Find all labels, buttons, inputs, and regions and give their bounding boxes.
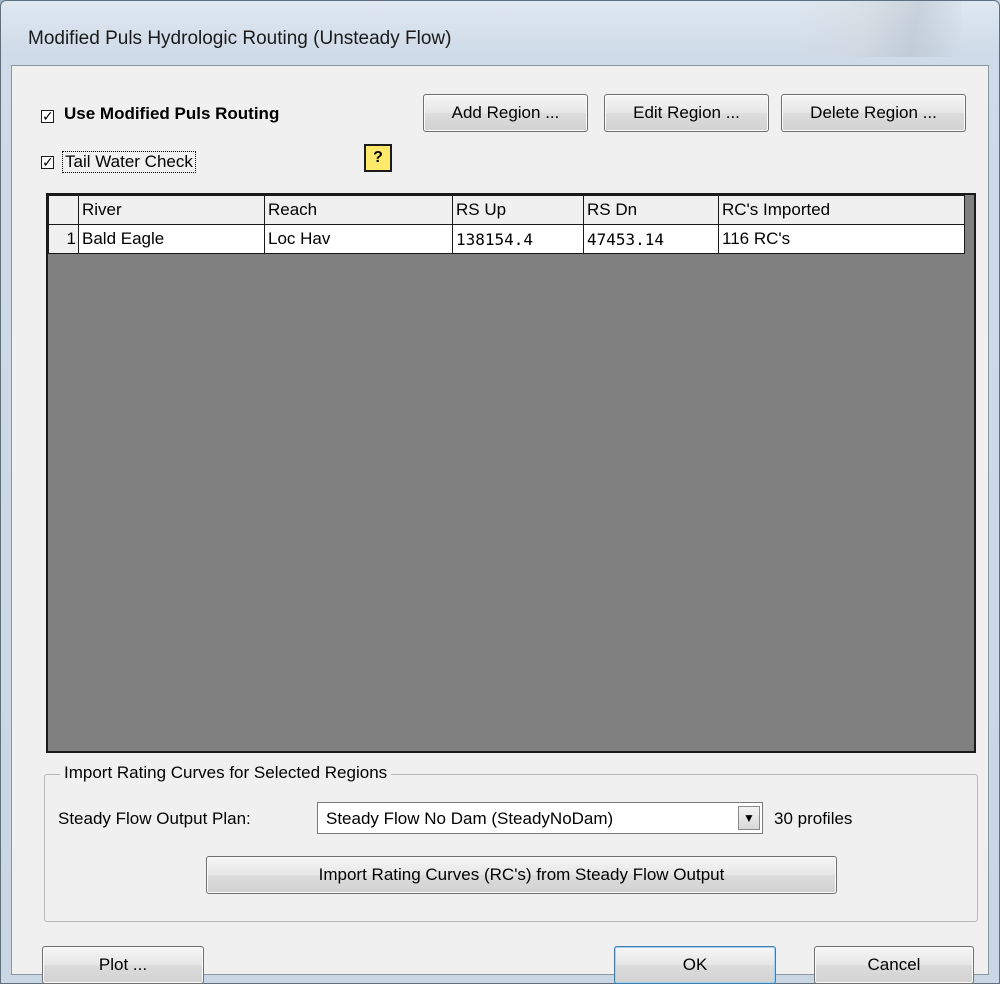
import-rating-curves-button[interactable]: Import Rating Curves (RC's) from Steady … <box>206 856 837 894</box>
help-icon: ? <box>373 149 383 166</box>
cell-rc-imported[interactable]: 116 RC's <box>718 224 965 254</box>
cell-rs-up[interactable]: 138154.4 <box>452 224 584 254</box>
column-header-reach[interactable]: Reach <box>264 195 453 225</box>
import-group-title: Import Rating Curves for Selected Region… <box>60 763 392 783</box>
row-number-header <box>48 195 79 225</box>
dialog-window: Modified Puls Hydrologic Routing (Unstea… <box>0 0 1000 984</box>
cell-river[interactable]: Bald Eagle <box>78 224 265 254</box>
regions-table-grid: River Reach RS Up RS Dn RC's Imported 1 … <box>48 195 965 254</box>
dropdown-arrow-glyph: ▼ <box>743 811 755 825</box>
steady-flow-plan-dropdown[interactable]: Steady Flow No Dam (SteadyNoDam) ▼ <box>317 802 763 834</box>
steady-flow-plan-value: Steady Flow No Dam (SteadyNoDam) <box>326 809 614 828</box>
row-number: 1 <box>48 224 79 254</box>
title-bar-decoration <box>801 1 961 57</box>
column-header-rc-imported[interactable]: RC's Imported <box>718 195 965 225</box>
use-modified-puls-label[interactable]: Use Modified Puls Routing <box>64 104 279 124</box>
title-bar[interactable]: Modified Puls Hydrologic Routing (Unstea… <box>1 1 1000 65</box>
table-row[interactable]: 1 Bald Eagle Loc Hav 138154.4 47453.14 1… <box>48 224 965 254</box>
cell-reach[interactable]: Loc Hav <box>264 224 453 254</box>
profiles-count: 30 profiles <box>774 809 853 828</box>
help-button[interactable]: ? <box>364 144 392 172</box>
use-modified-puls-checkbox[interactable]: ✓ <box>41 108 54 124</box>
table-header-row: River Reach RS Up RS Dn RC's Imported <box>48 195 965 225</box>
cell-rs-dn[interactable]: 47453.14 <box>583 224 719 254</box>
add-region-button[interactable]: Add Region ... <box>423 94 588 132</box>
steady-flow-plan-label: Steady Flow Output Plan: <box>58 809 251 828</box>
tail-water-check-checkbox[interactable]: ✓ <box>41 154 54 170</box>
column-header-rs-dn[interactable]: RS Dn <box>583 195 719 225</box>
window-title: Modified Puls Hydrologic Routing (Unstea… <box>28 28 452 49</box>
ok-button[interactable]: OK <box>614 946 776 984</box>
tail-water-check-label[interactable]: Tail Water Check <box>62 151 196 173</box>
delete-region-button[interactable]: Delete Region ... <box>781 94 966 132</box>
dialog-client-area: ✓ Use Modified Puls Routing ✓ Tail Water… <box>11 65 989 984</box>
chevron-down-icon[interactable]: ▼ <box>738 806 760 830</box>
check-mark-icon: ✓ <box>42 154 54 170</box>
column-header-river[interactable]: River <box>78 195 265 225</box>
check-mark-icon: ✓ <box>42 108 54 124</box>
regions-table[interactable]: River Reach RS Up RS Dn RC's Imported 1 … <box>46 193 976 753</box>
cancel-button[interactable]: Cancel <box>814 946 974 984</box>
plot-button[interactable]: Plot ... <box>42 946 204 984</box>
column-header-rs-up[interactable]: RS Up <box>452 195 584 225</box>
import-rating-curves-group <box>44 774 978 922</box>
edit-region-button[interactable]: Edit Region ... <box>604 94 769 132</box>
